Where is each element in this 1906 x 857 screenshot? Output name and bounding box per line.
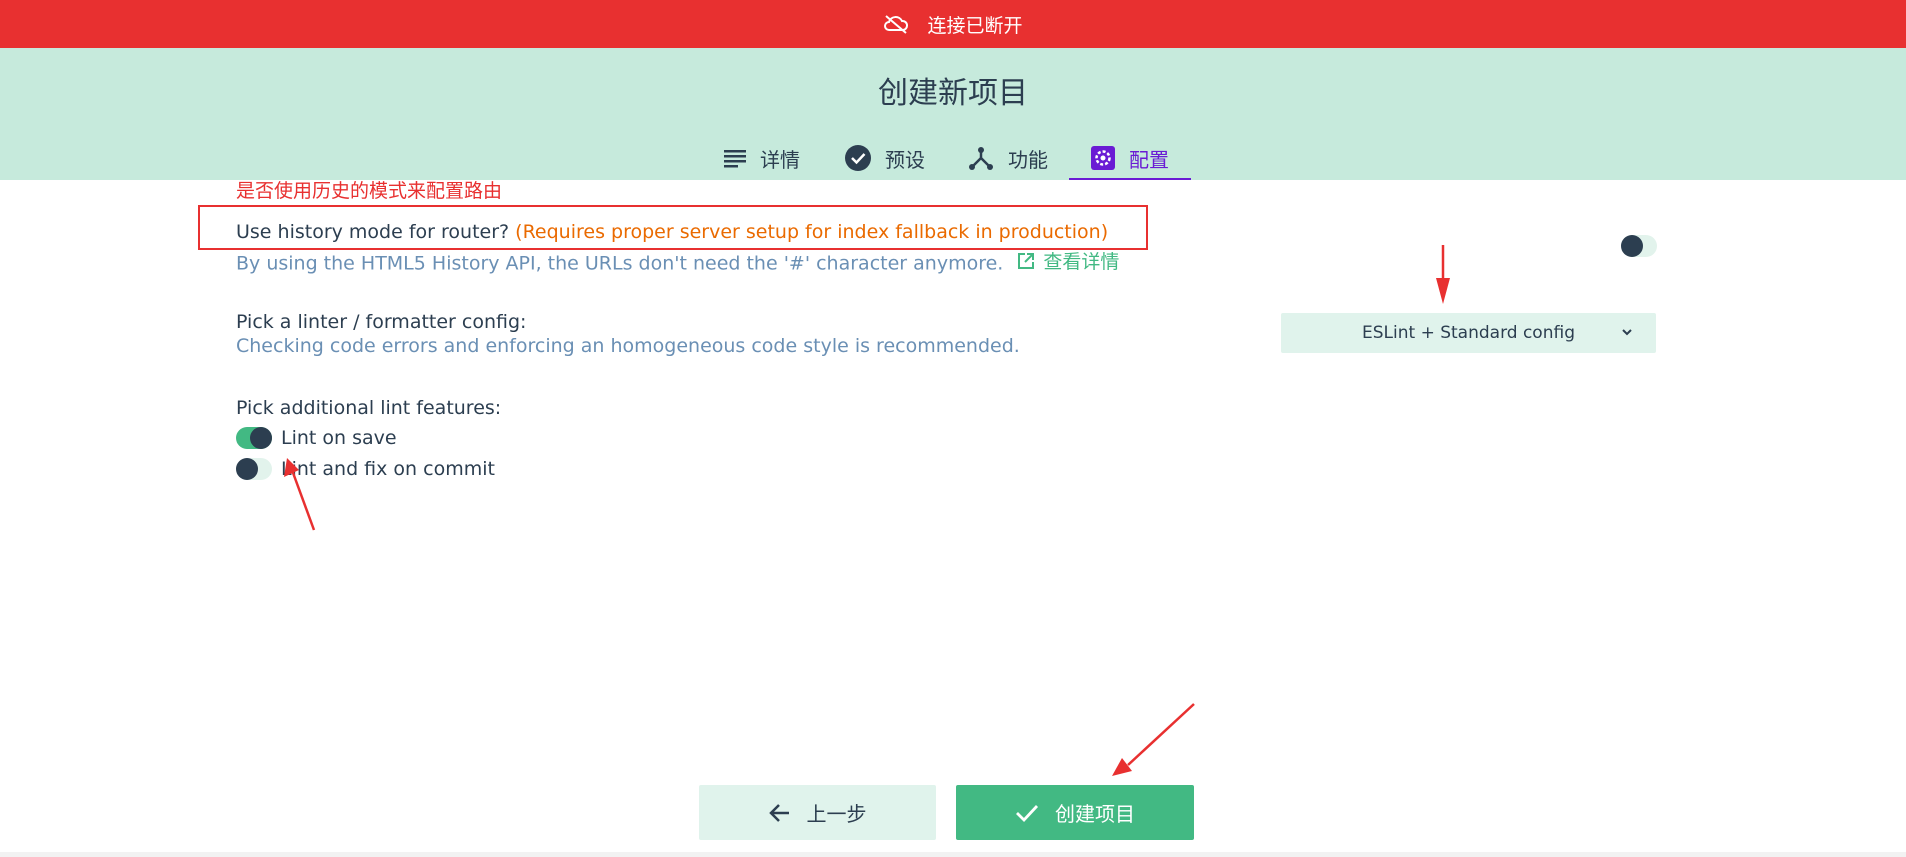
arrow-to-linter-select [1436,245,1450,304]
toggle-knob [1621,235,1643,257]
tab-config[interactable]: 配置 [1091,136,1169,180]
create-project-button[interactable]: 创建项目 [956,785,1194,840]
cloud-off-icon [883,14,909,34]
tab-presets-label: 预设 [885,147,925,172]
tab-bar: 详情 预设 功能 配置 [0,136,1906,180]
annotation-title: 是否使用历史的模式来配置路由 [236,180,503,202]
page-title: 创建新项目 [878,76,1028,111]
linter-config-value: ESLint + Standard config [1362,323,1575,343]
create-project-label: 创建项目 [1055,802,1135,826]
tab-presets[interactable]: 预设 [845,136,925,180]
lint-on-save-option[interactable]: Lint on save [236,427,397,449]
linter-config-select[interactable]: ESLint + Standard config [1281,313,1656,353]
lint-on-commit-option[interactable]: Lint and fix on commit [236,458,495,480]
list-icon [724,150,746,168]
check-icon [1016,804,1039,822]
history-mode-question: Use history mode for router? (Requires p… [236,221,1108,243]
arrow-left-icon [768,803,789,822]
connection-banner: 连接已断开 [0,0,1906,48]
tab-features-label: 功能 [1008,147,1048,172]
toggle-knob [250,427,272,449]
lint-on-save-label: Lint on save [281,427,397,449]
more-info-link[interactable]: 查看详情 [1017,247,1119,274]
tab-config-label: 配置 [1129,147,1169,172]
header: 创建新项目 详情 预设 功能 配置 [0,48,1906,180]
history-mode-toggle[interactable] [1621,235,1657,257]
history-mode-warning: (Requires proper server setup for index … [515,221,1109,243]
linter-question: Pick a linter / formatter config: [236,311,527,333]
history-mode-desc-text: By using the HTML5 History API, the URLs… [236,252,1004,275]
arrow-to-create-button [1112,703,1195,776]
active-tab-underline [1069,178,1191,180]
history-mode-label: Use history mode for router? [236,221,510,243]
tab-features[interactable]: 功能 [968,136,1048,180]
lint-on-commit-label: Lint and fix on commit [281,458,495,480]
toggle-knob [236,458,258,480]
banner-text: 连接已断开 [927,14,1023,37]
gear-icon [1091,146,1115,170]
lint-on-commit-toggle[interactable] [236,458,272,480]
previous-step-label: 上一步 [806,802,867,826]
fork-icon [969,147,993,170]
tab-details[interactable]: 详情 [724,136,800,180]
lint-features-question: Pick additional lint features: [236,397,502,419]
bottom-divider [0,852,1906,857]
external-link-icon [1018,252,1035,269]
lint-on-save-toggle[interactable] [236,427,272,449]
previous-step-button[interactable]: 上一步 [699,785,936,840]
tab-details-label: 详情 [760,147,800,172]
chevron-down-icon [1622,329,1632,336]
history-mode-description: By using the HTML5 History API, the URLs… [236,247,1119,275]
linter-description: Checking code errors and enforcing an ho… [236,335,1020,357]
more-info-link-label: 查看详情 [1043,251,1120,273]
check-circle-icon [845,145,871,171]
